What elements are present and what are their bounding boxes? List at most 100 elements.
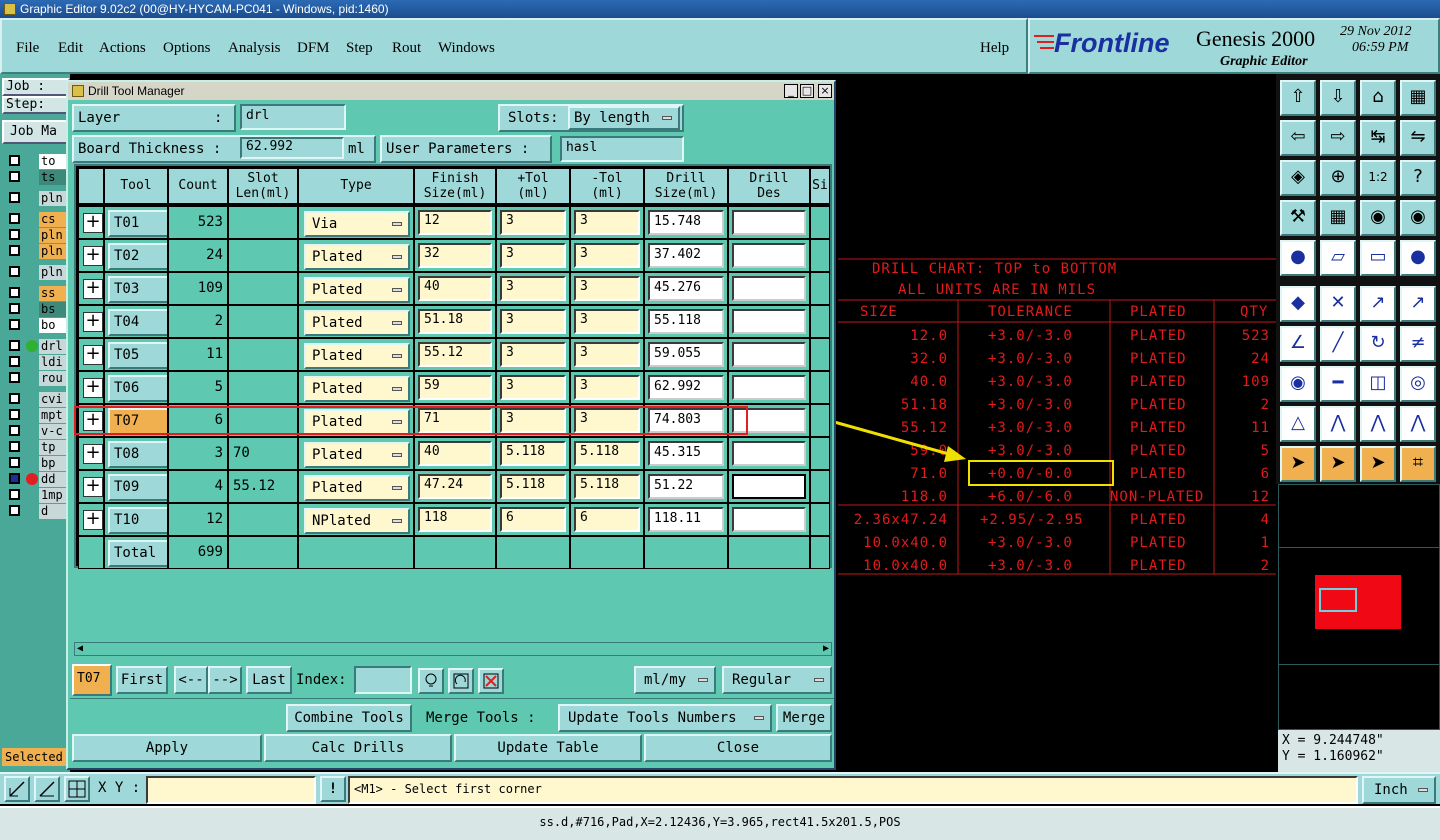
select-pointer-icon[interactable]: ➤ (1320, 446, 1356, 482)
expand-row-icon[interactable]: + (83, 279, 103, 299)
drill-des-input[interactable] (732, 375, 806, 400)
layer-row[interactable]: pln (6, 265, 70, 280)
layer-row[interactable]: v-c (6, 424, 70, 439)
cluster-icon[interactable]: ◎ (1400, 366, 1436, 402)
tools-icon[interactable]: ⚒ (1280, 200, 1316, 236)
type-select[interactable]: Plated (304, 244, 410, 270)
menu-options[interactable]: Options (163, 40, 211, 57)
mtol-input[interactable]: 3 (574, 309, 640, 334)
triangle-mark-icon[interactable]: ⋀ (1400, 406, 1436, 442)
ptol-input[interactable]: 3 (500, 276, 566, 301)
finish-input[interactable]: 55.12 (418, 342, 492, 367)
measure-icon[interactable] (34, 776, 60, 802)
array-icon[interactable]: ◫ (1360, 366, 1396, 402)
pad-add-icon[interactable]: ◉ (1280, 366, 1316, 402)
calc-drills-button[interactable]: Calc Drills (264, 734, 452, 762)
mtol-input[interactable]: 3 (574, 210, 640, 235)
layer-row[interactable]: pln (6, 244, 70, 259)
finish-input[interactable]: 40 (418, 441, 492, 466)
tool-button[interactable]: T08 (108, 441, 167, 468)
user-params-input[interactable]: hasl (560, 136, 684, 162)
layer-row[interactable]: bp (6, 456, 70, 471)
menu-actions[interactable]: Actions (99, 40, 146, 57)
type-select[interactable]: Plated (304, 376, 410, 402)
xy-input[interactable] (146, 776, 316, 804)
overview-map[interactable] (1278, 484, 1440, 730)
layer-row[interactable]: pln (6, 191, 70, 206)
move-left-icon[interactable]: ⇦ (1280, 120, 1316, 156)
expand-row-icon[interactable]: + (83, 345, 103, 365)
ptol-input[interactable]: 6 (500, 507, 566, 532)
grid-icon[interactable]: ▦ (1320, 200, 1356, 236)
tool-button[interactable]: T04 (108, 309, 167, 336)
units-dropdown[interactable]: ml/my (634, 666, 716, 694)
ptol-input[interactable]: 3 (500, 342, 566, 367)
merge-button[interactable]: Merge (776, 704, 832, 732)
layer-row[interactable]: drl (6, 339, 70, 354)
mtol-input[interactable]: 5.118 (574, 474, 640, 499)
mtol-input[interactable]: 3 (574, 342, 640, 367)
finish-input[interactable]: 59 (418, 375, 492, 400)
layer-row[interactable]: pln (6, 228, 70, 243)
zoom-icon[interactable] (4, 776, 30, 802)
last-button[interactable]: Last (246, 666, 292, 694)
drill-des-input[interactable] (732, 474, 806, 499)
layer-row[interactable]: dd (6, 472, 70, 487)
snap-grid-icon[interactable] (64, 776, 90, 802)
menu-windows[interactable]: Windows (438, 40, 495, 57)
circle-pad-icon[interactable]: ● (1400, 240, 1436, 276)
finish-input[interactable]: 118 (418, 507, 492, 532)
drill-des-input[interactable] (732, 441, 806, 466)
finish-input[interactable]: 47.24 (418, 474, 492, 499)
menu-help[interactable]: Help (980, 40, 1009, 57)
scale-one-to-two-icon[interactable]: 1:2 (1360, 160, 1396, 196)
type-select[interactable]: Via (304, 211, 410, 237)
menu-file[interactable]: File (16, 40, 39, 57)
net-connect-icon[interactable]: ◉ (1400, 200, 1436, 236)
move-right-icon[interactable]: ⇨ (1320, 120, 1356, 156)
layer-row[interactable]: to (6, 154, 70, 169)
tool-button[interactable]: T09 (108, 474, 167, 501)
type-select[interactable]: Plated (304, 442, 410, 468)
warning-icon[interactable]: ! (320, 776, 346, 802)
drill-des-input[interactable] (732, 507, 806, 532)
select-pointer-alt-icon[interactable]: ➤ (1360, 446, 1396, 482)
mtol-input[interactable]: 3 (574, 375, 640, 400)
minimize-icon[interactable]: _ (784, 84, 798, 98)
tool-button[interactable]: T07 (108, 408, 167, 435)
drill-des-input[interactable] (732, 408, 806, 433)
layer-row[interactable]: 1mp (6, 488, 70, 503)
mtol-input[interactable]: 3 (574, 243, 640, 268)
ruler-icon[interactable]: ▭ (1360, 240, 1396, 276)
tool-button[interactable]: T03 (108, 276, 167, 303)
route-select-icon[interactable]: ⌗ (1400, 446, 1436, 482)
ptol-input[interactable]: 5.118 (500, 441, 566, 466)
layer-row[interactable]: mpt (6, 408, 70, 423)
finish-input[interactable]: 32 (418, 243, 492, 268)
slots-select[interactable]: By length (568, 106, 680, 130)
tool-button[interactable]: T10 (108, 507, 167, 534)
menu-edit[interactable]: Edit (58, 40, 83, 57)
angle-line-icon[interactable]: ∠ (1280, 326, 1316, 362)
ptol-input[interactable]: 3 (500, 309, 566, 334)
expand-row-icon[interactable]: + (83, 312, 103, 332)
menu-rout[interactable]: Rout (392, 40, 421, 57)
center-view-icon[interactable]: ⊕ (1320, 160, 1356, 196)
net-select-icon[interactable]: ◉ (1360, 200, 1396, 236)
units-select[interactable]: Inch (1362, 776, 1436, 804)
finish-input[interactable]: 51.18 (418, 309, 492, 334)
layer-row[interactable]: tp (6, 440, 70, 455)
type-select[interactable]: Plated (304, 277, 410, 303)
drill-des-input[interactable] (732, 342, 806, 367)
apply-button[interactable]: Apply (72, 734, 262, 762)
table-hscrollbar[interactable]: ◀ ▶ (74, 642, 832, 656)
arc-icon[interactable]: ↻ (1360, 326, 1396, 362)
layer-row[interactable]: cs (6, 212, 70, 227)
expand-row-icon[interactable]: + (83, 378, 103, 398)
layer-row[interactable]: bo (6, 318, 70, 333)
move-up-icon[interactable]: ⇧ (1280, 80, 1316, 116)
layer-row[interactable]: cvi (6, 392, 70, 407)
type-select[interactable]: Plated (304, 409, 410, 435)
type-select[interactable]: Plated (304, 475, 410, 501)
update-tools-numbers-dropdown[interactable]: Update Tools Numbers (558, 704, 772, 732)
